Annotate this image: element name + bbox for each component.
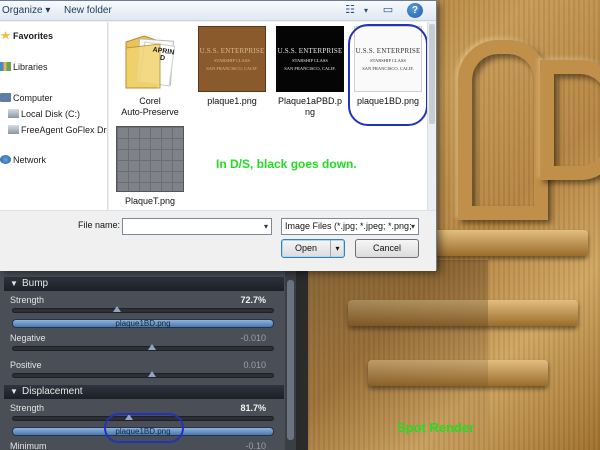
navigation-pane: Favorites Libraries Computer Local Disk … bbox=[0, 22, 108, 210]
displacement-header-label: Displacement bbox=[22, 386, 83, 397]
folder-preview-text: APRIN D bbox=[152, 46, 175, 63]
file-name: Corel Auto-Preserve bbox=[121, 96, 179, 117]
organize-menu[interactable]: Organize ▾ bbox=[2, 5, 50, 16]
computer-icon bbox=[0, 93, 11, 102]
annotation-note: In D/S, black goes down. bbox=[216, 157, 357, 171]
organize-label: Organize bbox=[2, 5, 43, 16]
collapse-icon: ▼ bbox=[10, 279, 18, 288]
annotation-circle bbox=[348, 24, 428, 126]
file-type-select[interactable]: Image Files (*.jpg; *.jpeg; *.png; ▾ bbox=[281, 218, 419, 235]
displacement-strength-label: Strength bbox=[10, 403, 45, 413]
nav-goflex-drive[interactable]: FreeAgent GoFlex Dr bbox=[8, 125, 107, 135]
plaque-line: U.S.S. ENTERPRISE bbox=[199, 47, 265, 55]
file-item[interactable]: U.S.S. ENTERPRISE STARSHIP CLASS SAN FRA… bbox=[193, 26, 271, 107]
relief-letter-a bbox=[458, 40, 548, 220]
nav-local-disk-label: Local Disk (C:) bbox=[21, 109, 81, 119]
bump-strength-value[interactable]: 72.7% bbox=[240, 295, 266, 305]
chevron-down-icon[interactable]: ▾ bbox=[411, 219, 415, 234]
spot-render-label: Spot Render bbox=[397, 420, 475, 435]
bump-strength-label: Strength bbox=[10, 295, 45, 305]
displacement-section-header[interactable]: ▼ Displacement bbox=[4, 385, 284, 399]
image-thumbnail: U.S.S. ENTERPRISE STARSHIP CLASS SAN FRA… bbox=[276, 26, 344, 92]
nav-network[interactable]: Network bbox=[0, 155, 46, 165]
cancel-button[interactable]: Cancel bbox=[355, 239, 419, 258]
chevron-down-icon[interactable]: ▾ bbox=[264, 219, 268, 234]
bump-strength-slider[interactable] bbox=[12, 306, 274, 313]
surface-panel: ▼ Bump Strength 72.7% plaque1BD.png Nega… bbox=[0, 270, 300, 450]
scrollbar-thumb[interactable] bbox=[429, 24, 435, 124]
plaque-line: SAN FRANCISCO, CALIF. bbox=[206, 66, 258, 71]
open-button[interactable]: Open ▾ bbox=[281, 239, 345, 258]
dialog-toolbar: Organize ▾ New folder ☷ ▾ ▭ ? bbox=[0, 1, 436, 21]
bump-map-slot[interactable]: plaque1BD.png bbox=[12, 319, 274, 328]
file-name-label: File name: bbox=[78, 220, 121, 230]
view-dropdown-icon[interactable]: ▾ bbox=[358, 3, 374, 18]
folder-icon: APRIN D bbox=[116, 26, 184, 92]
displacement-strength-value[interactable]: 81.7% bbox=[240, 403, 266, 413]
preview-pane-icon[interactable]: ▭ bbox=[380, 3, 396, 18]
nav-goflex-label: FreeAgent GoFlex Dr bbox=[21, 125, 107, 135]
bump-positive-value[interactable]: 0.010 bbox=[243, 360, 266, 370]
plaque-line: SAN FRANCISCO, CALIF. bbox=[284, 66, 336, 71]
nav-computer-label: Computer bbox=[13, 93, 53, 103]
nav-favorites[interactable]: Favorites bbox=[0, 31, 53, 41]
bump-negative-value[interactable]: -0.010 bbox=[240, 333, 266, 343]
collapse-icon: ▼ bbox=[10, 387, 18, 396]
file-list-scrollbar[interactable] bbox=[427, 22, 436, 210]
annotation-circle bbox=[104, 413, 184, 443]
file-name: Plaque1aPBD.png bbox=[277, 96, 343, 117]
help-icon[interactable]: ? bbox=[407, 3, 423, 18]
open-file-dialog: Organize ▾ New folder ☷ ▾ ▭ ? Favorites … bbox=[0, 0, 437, 271]
slider-thumb[interactable] bbox=[148, 371, 157, 377]
new-folder-button[interactable]: New folder bbox=[64, 5, 112, 16]
displacement-minimum-value[interactable]: -0.10 bbox=[245, 441, 266, 450]
file-name: plaque1.png bbox=[207, 96, 257, 106]
open-button-label: Open bbox=[294, 243, 318, 253]
relief-letter-p bbox=[540, 60, 600, 180]
slider-thumb[interactable] bbox=[113, 306, 122, 312]
slider-thumb[interactable] bbox=[148, 344, 157, 350]
file-item[interactable]: U.S.S. ENTERPRISE STARSHIP CLASS SAN FRA… bbox=[271, 26, 349, 118]
file-name: PlaqueT.png bbox=[124, 196, 176, 206]
drive-icon bbox=[8, 109, 19, 118]
image-thumbnail bbox=[116, 126, 184, 192]
bump-header-label: Bump bbox=[22, 278, 49, 289]
bump-section-header[interactable]: ▼ Bump bbox=[4, 277, 284, 291]
panel-scrollbar[interactable] bbox=[285, 270, 296, 450]
displacement-minimum-label: Minimum bbox=[10, 441, 47, 450]
dialog-footer: File name: ▾ Image Files (*.jpg; *.jpeg;… bbox=[0, 210, 436, 271]
open-dropdown-icon[interactable]: ▾ bbox=[330, 240, 344, 257]
file-item[interactable]: PlaqueT.png bbox=[111, 126, 189, 207]
bump-negative-slider[interactable] bbox=[12, 344, 274, 351]
file-item[interactable]: APRIN D Corel Auto-Preserve bbox=[111, 26, 189, 118]
library-icon bbox=[0, 62, 11, 71]
scrollbar-thumb[interactable] bbox=[287, 280, 294, 440]
image-thumbnail: U.S.S. ENTERPRISE STARSHIP CLASS SAN FRA… bbox=[198, 26, 266, 92]
nav-network-label: Network bbox=[13, 155, 47, 165]
bump-positive-label: Positive bbox=[10, 360, 42, 370]
plaque-line: STARSHIP CLASS bbox=[214, 58, 250, 63]
plaque-line: STARSHIP CLASS bbox=[292, 58, 328, 63]
nav-local-disk[interactable]: Local Disk (C:) bbox=[8, 109, 80, 119]
network-icon bbox=[0, 155, 11, 164]
bump-negative-label: Negative bbox=[10, 333, 46, 343]
nav-computer[interactable]: Computer bbox=[0, 93, 53, 103]
view-options-icon[interactable]: ☷ bbox=[342, 3, 358, 18]
star-icon bbox=[0, 31, 11, 40]
nav-libraries-label: Libraries bbox=[13, 62, 48, 72]
file-type-value: Image Files (*.jpg; *.jpeg; *.png; bbox=[285, 221, 412, 231]
drive-icon bbox=[8, 125, 19, 134]
nav-favorites-label: Favorites bbox=[13, 31, 54, 41]
file-name-input[interactable]: ▾ bbox=[122, 218, 272, 235]
bump-positive-slider[interactable] bbox=[12, 371, 274, 378]
nav-libraries[interactable]: Libraries bbox=[0, 62, 48, 72]
plaque-line: U.S.S. ENTERPRISE bbox=[277, 47, 343, 55]
